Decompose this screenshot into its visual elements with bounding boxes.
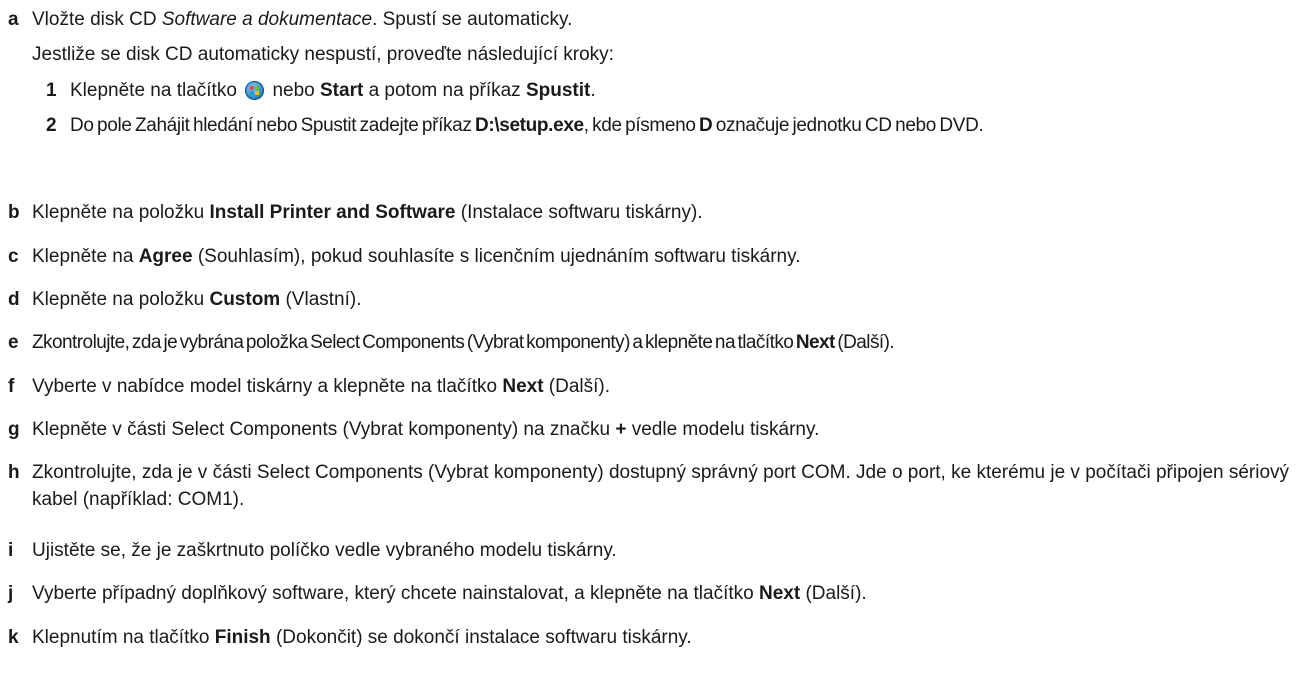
- substep-text: Do pole Zahájit hledání nebo Spustit zad…: [70, 112, 1302, 139]
- text-run: Klepněte na: [32, 246, 139, 267]
- custom-label: Custom: [209, 289, 281, 310]
- windows-start-icon: [245, 81, 265, 100]
- next-label: Next: [502, 376, 544, 397]
- step-letter: a: [8, 9, 19, 30]
- agree-label: Agree: [138, 246, 193, 267]
- text-run: Zkontrolujte, zda je vybrána položka Sel…: [32, 332, 796, 353]
- step-letter: k: [8, 627, 19, 648]
- setup-command: D:\setup.exe: [474, 115, 584, 136]
- text-run: označuje jednotku CD nebo DVD.: [712, 115, 984, 136]
- step-letter: d: [8, 289, 20, 310]
- text-run: (Dokončit) se dokončí instalace softwaru…: [270, 627, 692, 648]
- text-run: (Souhlasím), pokud souhlasíte s licenční…: [192, 246, 801, 267]
- step-letter: c: [8, 246, 19, 267]
- text-run: Vyberte případný doplňkový software, kte…: [32, 583, 759, 604]
- text-run: , kde písmeno: [583, 115, 699, 136]
- step-text: Vložte disk CD Software a dokumentace. S…: [32, 8, 1302, 32]
- substep-number: 1: [46, 80, 57, 101]
- step-text: Jestliže se disk CD automaticky nespustí…: [32, 44, 614, 65]
- text-run: Do pole Zahájit hledání nebo Spustit zad…: [70, 115, 475, 136]
- step-letter: b: [8, 202, 20, 223]
- text-run: .: [590, 80, 596, 101]
- text-run: (Další).: [543, 376, 611, 397]
- step-text: Klepněte na položku Custom (Vlastní).: [32, 288, 1302, 312]
- step-text: Zkontrolujte, zda je vybrána položka Sel…: [32, 331, 1302, 355]
- next-label: Next: [758, 583, 801, 604]
- text-run: Klepněte v části Select Components (Vybr…: [32, 419, 616, 440]
- step-text: Zkontrolujte, zda je v části Select Comp…: [32, 462, 1290, 510]
- text-run: (Vlastní).: [280, 289, 362, 310]
- step-text: Klepněte na Agree (Souhlasím), pokud sou…: [32, 245, 1302, 269]
- step-letter: g: [8, 419, 20, 440]
- run-label: Spustit: [525, 80, 591, 101]
- step-letter: e: [8, 332, 19, 353]
- start-label: Start: [320, 80, 364, 101]
- text-run: Vložte disk CD: [32, 9, 162, 30]
- substep-text: Klepněte na tlačítko nebo Start a potom …: [70, 79, 1302, 103]
- text-run: Klepněte na položku: [32, 202, 210, 223]
- text-run: Klepnutím na tlačítko: [32, 627, 215, 648]
- step-text: Klepněte na položku Install Printer and …: [32, 201, 1302, 225]
- step-letter: j: [8, 583, 14, 604]
- text-run: a potom na příkaz: [363, 80, 526, 101]
- substep-number: 2: [46, 115, 57, 136]
- step-letter: h: [8, 462, 20, 483]
- text-run: (Další).: [800, 583, 867, 604]
- finish-label: Finish: [214, 627, 271, 648]
- text-run: (Instalace softwaru tiskárny).: [455, 202, 703, 223]
- step-text: Vyberte v nabídce model tiskárny a klepn…: [32, 375, 1302, 399]
- step-text: Klepnutím na tlačítko Finish (Dokončit) …: [32, 626, 1302, 650]
- step-text: Ujistěte se, že je zaškrtnuto políčko ve…: [32, 540, 617, 561]
- text-run: . Spustí se automaticky.: [372, 9, 573, 30]
- step-letter: i: [8, 540, 14, 561]
- step-letter: f: [8, 376, 15, 397]
- drive-letter: D: [698, 115, 713, 136]
- text-run: nebo: [267, 80, 320, 101]
- text-run: Vyberte v nabídce model tiskárny a klepn…: [32, 376, 503, 397]
- text-run: (Další).: [834, 332, 895, 353]
- cd-title: Software a dokumentace: [161, 9, 373, 30]
- step-text: Klepněte v části Select Components (Vybr…: [32, 418, 1302, 442]
- text-run: Klepněte na položku: [32, 289, 210, 310]
- plus-sign: +: [615, 419, 627, 440]
- step-text: Vyberte případný doplňkový software, kte…: [32, 582, 1302, 606]
- install-printer-label: Install Printer and Software: [209, 202, 456, 223]
- text-run: Klepněte na tlačítko: [70, 80, 243, 101]
- text-run: vedle modelu tiskárny.: [626, 419, 820, 440]
- next-label: Next: [795, 332, 836, 353]
- instruction-document: a Vložte disk CD Software a dokumentace.…: [0, 0, 1309, 679]
